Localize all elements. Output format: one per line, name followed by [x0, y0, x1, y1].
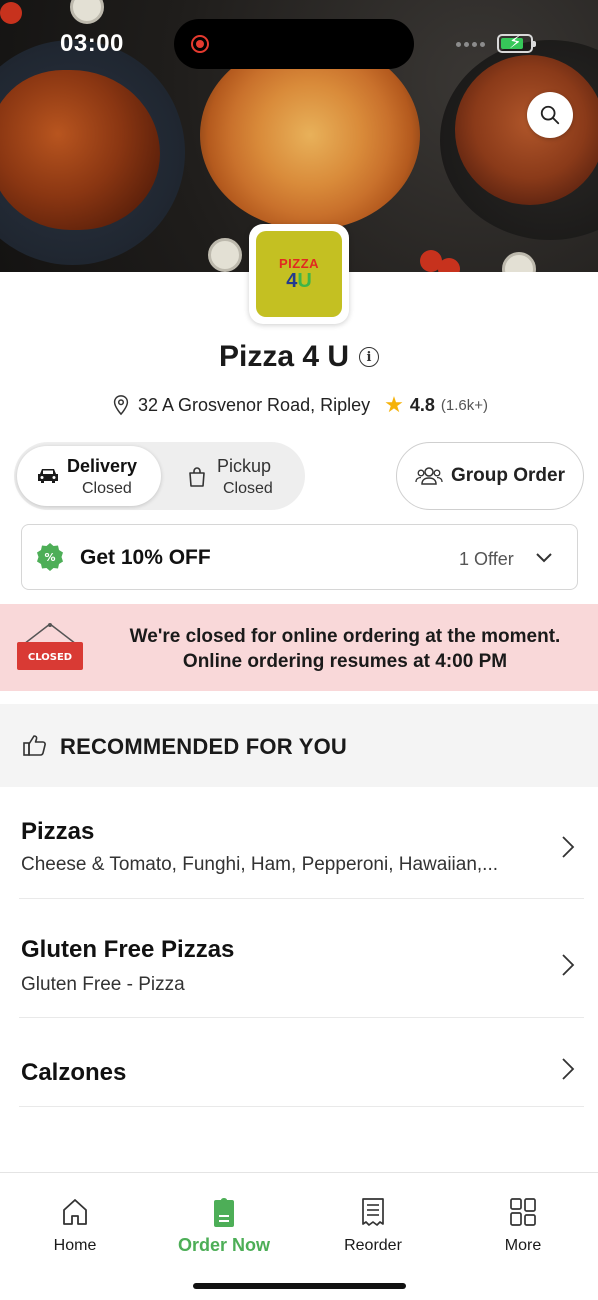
- offer-title: Get 10% OFF: [80, 546, 211, 569]
- svg-text:CLOSED: CLOSED: [28, 652, 72, 663]
- closed-message: We're closed for online ordering at the …: [100, 624, 590, 674]
- category-description: Cheese & Tomato, Funghi, Ham, Pepperoni,…: [21, 854, 499, 875]
- roast-chicken-image: [455, 55, 598, 205]
- restaurant-logo: PIZZA 4U: [249, 224, 349, 324]
- delivery-label: Delivery: [67, 456, 138, 476]
- dynamic-island: [174, 19, 414, 69]
- svg-text:%: %: [44, 551, 55, 564]
- group-order-label: Group Order: [450, 465, 565, 486]
- divider: [19, 1106, 584, 1107]
- recording-indicator-icon: [191, 35, 209, 53]
- pickup-label: Pickup: [217, 456, 272, 476]
- nav-reorder[interactable]: Reorder: [313, 1195, 433, 1255]
- delivery-pickup-toggle: Delivery Closed Pickup Closed: [14, 442, 305, 510]
- category-title: Calzones: [21, 1059, 127, 1086]
- closed-message-line1: We're closed for online ordering at the …: [129, 626, 561, 647]
- car-icon: [38, 469, 58, 483]
- recommended-title: RECOMMENDED FOR YOU: [60, 734, 347, 759]
- status-time: 03:00: [60, 30, 124, 57]
- bowl-decor: [208, 238, 242, 272]
- receipt-icon: [362, 1198, 384, 1226]
- logo-text-4u: 4U: [286, 270, 312, 292]
- bowl-decor: [502, 252, 536, 272]
- order-icon: [214, 1198, 234, 1227]
- bottom-navigation: Home Order Now Reorder More: [0, 1172, 598, 1300]
- shopping-bag-icon: [189, 467, 205, 487]
- nav-home[interactable]: Home: [15, 1195, 135, 1255]
- thumbs-up-icon: [23, 735, 46, 756]
- chevron-right-icon: [562, 954, 575, 976]
- rating-count: (1.6k+): [440, 396, 488, 414]
- signal-icon: [456, 42, 485, 47]
- recommended-header: RECOMMENDED FOR YOU: [0, 704, 598, 787]
- home-icon: [63, 1199, 87, 1225]
- offer-card[interactable]: % Get 10% OFF 1 Offer: [21, 524, 578, 590]
- divider: [19, 898, 584, 899]
- category-description: Gluten Free - Pizza: [21, 974, 185, 995]
- nav-label: Reorder: [344, 1237, 402, 1254]
- info-icon[interactable]: i: [359, 347, 380, 367]
- bowl-decor: [70, 0, 104, 24]
- restaurant-name: Pizza 4 U: [218, 340, 350, 373]
- chevron-right-icon: [562, 836, 575, 858]
- chevron-right-icon: [562, 1058, 575, 1080]
- nav-label: More: [504, 1237, 542, 1254]
- rating-value: 4.8: [409, 394, 435, 415]
- search-icon: [540, 105, 560, 125]
- tomato-decor: [438, 258, 460, 272]
- location-pin-icon: [113, 395, 129, 416]
- star-icon: ★: [384, 392, 404, 417]
- nav-order-now[interactable]: Order Now: [164, 1195, 284, 1256]
- closed-sign-icon: CLOSED: [17, 623, 83, 670]
- restaurant-address: 32 A Grosvenor Road, Ripley: [137, 394, 371, 415]
- delivery-status: Closed: [82, 480, 132, 497]
- closed-message-line2: Online ordering resumes at 4:00 PM: [182, 651, 508, 672]
- nav-more[interactable]: More: [463, 1195, 583, 1255]
- address-row: 32 A Grosvenor Road, Ripley ★ 4.8 (1.6k+…: [0, 392, 598, 418]
- nav-label: Home: [53, 1237, 97, 1254]
- closed-banner: CLOSED We're closed for online ordering …: [0, 604, 598, 691]
- search-button[interactable]: [527, 92, 573, 138]
- battery-icon: ⚡: [497, 33, 536, 53]
- discount-badge-icon: %: [37, 543, 63, 571]
- offer-count: 1 Offer: [459, 549, 514, 569]
- category-row-gluten-free-pizzas[interactable]: Gluten Free Pizzas Gluten Free - Pizza: [0, 900, 598, 1018]
- category-row-calzones[interactable]: Calzones: [0, 1019, 598, 1107]
- home-indicator: [193, 1283, 406, 1289]
- grid-icon: [510, 1198, 536, 1226]
- category-row-pizzas[interactable]: Pizzas Cheese & Tomato, Funghi, Ham, Pep…: [0, 788, 598, 899]
- tomato-decor: [0, 2, 22, 24]
- pickup-status: Closed: [223, 480, 273, 497]
- category-title: Pizzas: [21, 818, 95, 845]
- logo-text-pizza: PIZZA: [278, 256, 320, 271]
- group-users-icon: [415, 467, 443, 485]
- restaurant-title-row: Pizza 4 U i: [0, 340, 598, 374]
- nav-label: Order Now: [177, 1235, 270, 1255]
- category-title: Gluten Free Pizzas: [21, 936, 235, 963]
- group-order-button[interactable]: Group Order: [396, 442, 584, 510]
- divider: [19, 1017, 584, 1018]
- chevron-down-icon: [536, 553, 552, 563]
